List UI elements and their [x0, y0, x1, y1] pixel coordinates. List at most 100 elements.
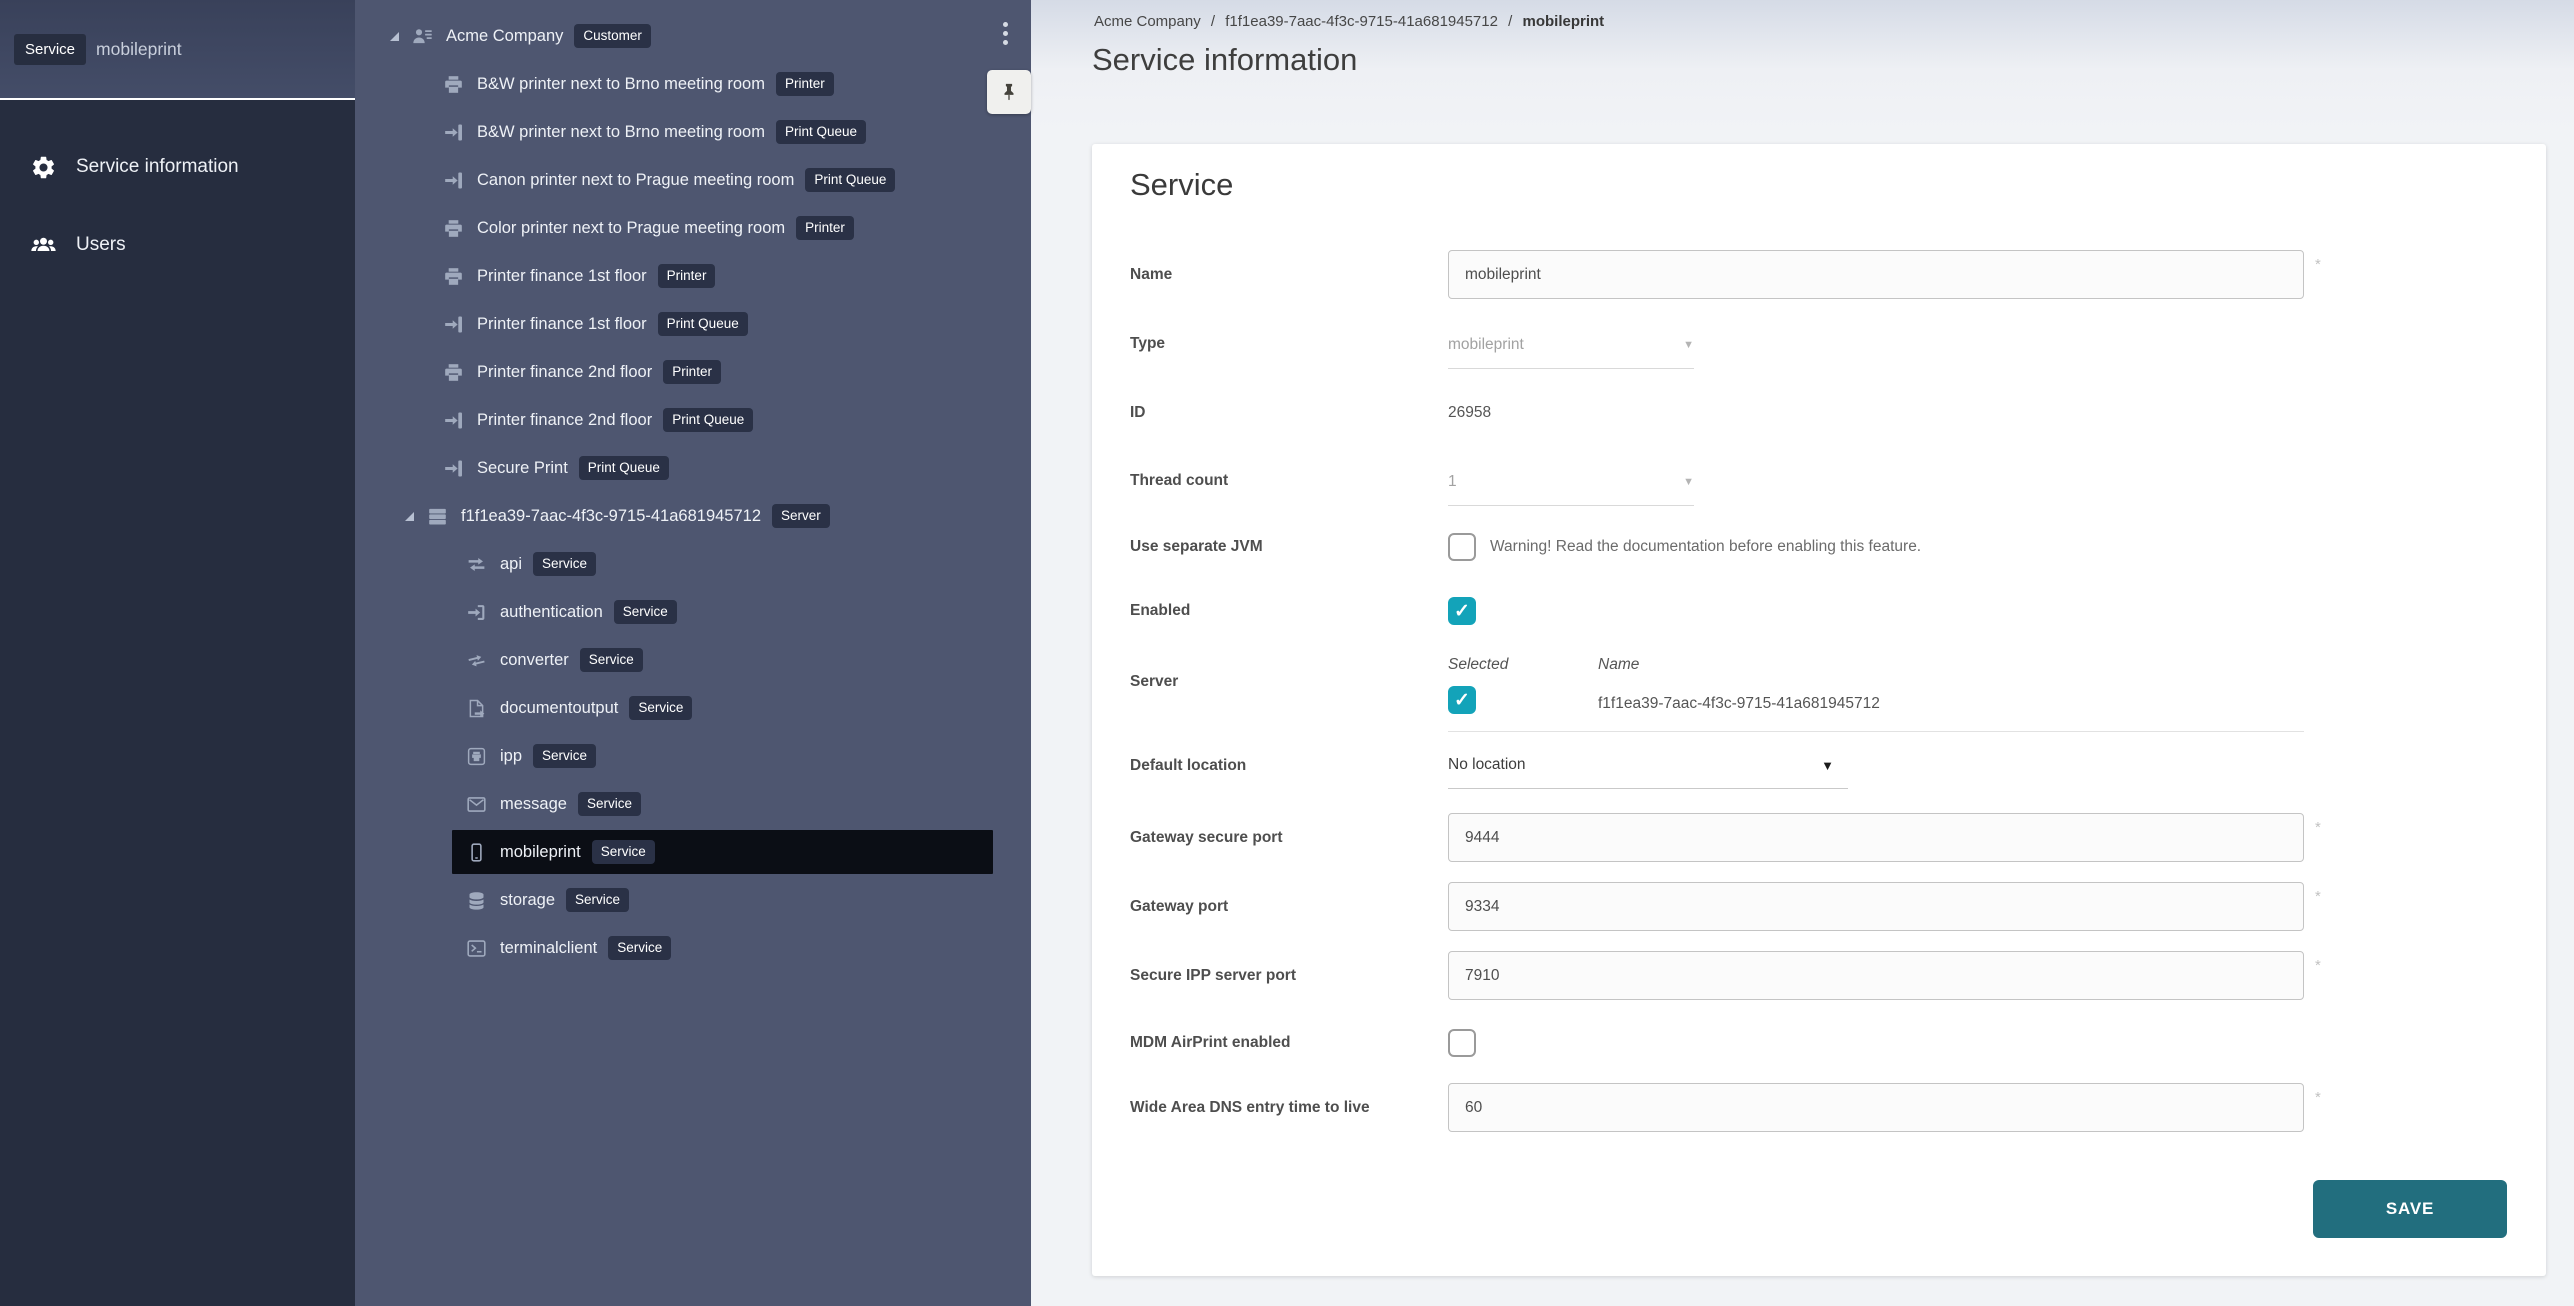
tree-item[interactable]: Printer finance 1st floor Printer — [355, 252, 1031, 300]
tree-item[interactable]: Canon printer next to Prague meeting roo… — [355, 156, 1031, 204]
required-marker: * — [2315, 819, 2321, 836]
authentication-icon — [466, 602, 487, 623]
breadcrumb-customer[interactable]: Acme Company — [1094, 13, 1201, 30]
jvm-warning-text: Warning! Read the documentation before e… — [1490, 537, 1921, 557]
tree-item-badge: Printer — [776, 72, 834, 97]
printer-icon — [443, 266, 464, 287]
tree-item-label: message — [500, 795, 567, 814]
print-queue-icon — [443, 314, 464, 335]
users-icon — [30, 232, 57, 259]
tree-item-service-api[interactable]: api Service — [355, 540, 1031, 588]
chevron-down-icon: ▼ — [1821, 758, 1834, 773]
use-separate-jvm-label: Use separate JVM — [1130, 537, 1435, 557]
printer-icon — [443, 218, 464, 239]
tree-item-badge: Printer — [658, 264, 716, 289]
tree-item-label: Printer finance 1st floor — [477, 267, 647, 286]
print-queue-icon — [443, 458, 464, 479]
tree-item[interactable]: B&W printer next to Brno meeting room Pr… — [355, 60, 1031, 108]
message-icon — [466, 794, 487, 815]
service-form-card: Service Name * Type mobileprint ▼ ID 269… — [1092, 144, 2546, 1276]
breadcrumb-separator: / — [1211, 13, 1215, 30]
tree-item[interactable]: Printer finance 2nd floor Printer — [355, 348, 1031, 396]
tree-item-badge: Print Queue — [663, 408, 753, 433]
tree-item-label: Printer finance 2nd floor — [477, 363, 652, 382]
tree-item-label: Printer finance 1st floor — [477, 315, 647, 334]
server-label: Server — [1130, 672, 1435, 692]
tree-item[interactable]: B&W printer next to Brno meeting room Pr… — [355, 108, 1031, 156]
tree-item-service-converter[interactable]: converter Service — [355, 636, 1031, 684]
enabled-checkbox[interactable] — [1448, 597, 1476, 625]
gateway-secure-port-label: Gateway secure port — [1130, 828, 1435, 848]
tree-item[interactable]: Secure Print Print Queue — [355, 444, 1031, 492]
tree-item-service-documentoutput[interactable]: documentoutput Service — [355, 684, 1031, 732]
use-separate-jvm-checkbox[interactable] — [1448, 533, 1476, 561]
app-root: Service mobileprint Service information … — [0, 0, 2574, 1306]
tree-item-server[interactable]: f1f1ea39-7aac-4f3c-9715-41a681945712 Ser… — [355, 492, 1031, 540]
default-location-value: No location — [1448, 756, 1526, 774]
tree-item-label: authentication — [500, 603, 603, 622]
tree-item-service-terminalclient[interactable]: terminalclient Service — [355, 924, 1031, 972]
tree-item-label: Canon printer next to Prague meeting roo… — [477, 171, 794, 190]
server-col-selected: Selected — [1448, 655, 1508, 675]
customer-icon — [412, 26, 433, 47]
tree-item-badge: Service — [533, 552, 596, 577]
tree-item-service-message[interactable]: message Service — [355, 780, 1031, 828]
sidebar-header: Service mobileprint — [0, 0, 355, 100]
default-location-select[interactable]: No location ▼ — [1448, 742, 1848, 789]
tree-item-service-mobileprint-selected[interactable]: mobileprint Service — [452, 830, 993, 874]
tree-item-service-authentication[interactable]: authentication Service — [355, 588, 1031, 636]
sidebar: Service mobileprint Service information … — [0, 0, 355, 1306]
tree-item-label: api — [500, 555, 522, 574]
gear-icon — [30, 154, 57, 181]
tree-item-badge: Print Queue — [579, 456, 669, 481]
tree-item-label: B&W printer next to Brno meeting room — [477, 123, 765, 142]
secure-ipp-server-port-input[interactable] — [1448, 951, 2304, 1000]
gateway-secure-port-input[interactable] — [1448, 813, 2304, 862]
id-value: 26958 — [1448, 403, 1491, 423]
printer-icon — [443, 362, 464, 383]
sidebar-item-service-information[interactable]: Service information — [0, 128, 355, 206]
entity-title: mobileprint — [96, 39, 182, 60]
expand-caret-icon[interactable] — [390, 32, 399, 41]
mobileprint-icon — [466, 842, 487, 863]
type-select: mobileprint ▼ — [1448, 322, 1694, 369]
required-marker: * — [2315, 957, 2321, 974]
tree-item-customer[interactable]: Acme Company Customer — [355, 12, 1031, 60]
wide-area-dns-ttl-input[interactable] — [1448, 1083, 2304, 1132]
tree-item-badge: Print Queue — [805, 168, 895, 193]
mdm-airprint-checkbox[interactable] — [1448, 1029, 1476, 1057]
tree-item[interactable]: Printer finance 2nd floor Print Queue — [355, 396, 1031, 444]
wide-area-dns-ttl-label: Wide Area DNS entry time to live — [1130, 1098, 1435, 1118]
tree-item-badge: Service — [578, 792, 641, 817]
gateway-port-input[interactable] — [1448, 882, 2304, 931]
name-input[interactable] — [1448, 250, 2304, 299]
kebab-menu-icon[interactable] — [1003, 22, 1008, 45]
server-col-name: Name — [1598, 655, 1639, 675]
sidebar-item-users[interactable]: Users — [0, 206, 355, 284]
tree-item-badge: Printer — [663, 360, 721, 385]
tree-item-service-storage[interactable]: storage Service — [355, 876, 1031, 924]
tree-item-label: B&W printer next to Brno meeting room — [477, 75, 765, 94]
id-label: ID — [1130, 403, 1435, 423]
tree-item[interactable]: Printer finance 1st floor Print Queue — [355, 300, 1031, 348]
entity-type-chip: Service — [14, 34, 86, 65]
tree-item-label: ipp — [500, 747, 522, 766]
tree-item[interactable]: Color printer next to Prague meeting roo… — [355, 204, 1031, 252]
tree-item-service-ipp[interactable]: ipp Service — [355, 732, 1031, 780]
tree-item-label: converter — [500, 651, 569, 670]
breadcrumb-server[interactable]: f1f1ea39-7aac-4f3c-9715-41a681945712 — [1225, 13, 1498, 30]
breadcrumb: Acme Company / f1f1ea39-7aac-4f3c-9715-4… — [1094, 13, 1604, 30]
tree-item-badge: Service — [580, 648, 643, 673]
main-area: Acme Company / f1f1ea39-7aac-4f3c-9715-4… — [1031, 0, 2574, 1306]
tree-item-label: storage — [500, 891, 555, 910]
tree-item-badge: Server — [772, 504, 830, 529]
entity-tree: Acme Company Customer B&W printer next t… — [355, 0, 1031, 1306]
gateway-port-label: Gateway port — [1130, 897, 1435, 917]
save-button[interactable]: SAVE — [2313, 1180, 2507, 1238]
tree-item-badge: Service — [592, 840, 655, 865]
tree-item-badge: Print Queue — [776, 120, 866, 145]
document-output-icon — [466, 698, 487, 719]
expand-caret-icon[interactable] — [405, 512, 414, 521]
pin-tree-button[interactable] — [987, 70, 1031, 114]
server-row-checkbox[interactable] — [1448, 686, 1476, 714]
